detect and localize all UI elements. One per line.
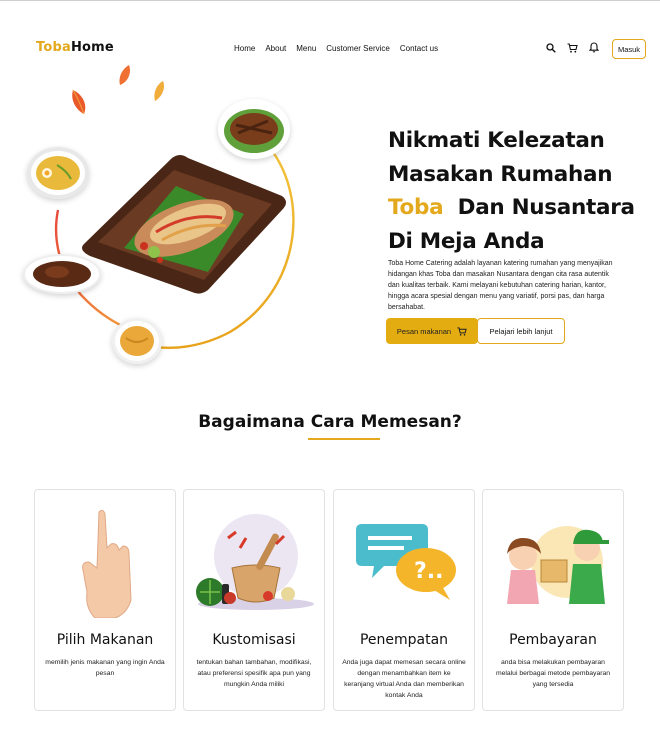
hero-title: Nikmati Kelezatan Masakan Rumahan Toba D… (388, 124, 635, 258)
step-description: Anda juga dapat memesan secara online de… (342, 659, 466, 699)
title-underline (308, 438, 380, 440)
header-icons (546, 42, 599, 53)
login-button[interactable]: Masuk (612, 39, 646, 59)
step-title: Pembayaran (509, 632, 597, 648)
step-title: Kustomisasi (212, 632, 296, 648)
order-food-button[interactable]: Pesan makanan (386, 318, 478, 344)
hero-title-line2: Masakan Rumahan (388, 161, 613, 187)
step-card-customize[interactable]: Kustomisasi tentukan bahan tambahan, mod… (183, 489, 325, 711)
food-thumb-soup (112, 318, 162, 364)
nav-contact[interactable]: Contact us (400, 44, 438, 53)
hero-title-highlight: Toba (388, 195, 444, 220)
hero-title-line3: Toba Dan Nusantara (388, 191, 635, 225)
cooking-ingredients-illustration (196, 514, 314, 610)
cart-icon (457, 326, 467, 336)
hero-title-line1: Nikmati Kelezatan (388, 128, 605, 153)
leaf-decoration-3 (154, 81, 165, 101)
top-border (0, 0, 660, 1)
delivery-handover-illustration (507, 526, 609, 604)
brand-part2: Home (70, 40, 114, 55)
leaf-decoration-1 (72, 89, 86, 115)
bell-icon[interactable] (589, 42, 599, 53)
how-to-order-title: Bagaimana Cara Memesan? (198, 412, 462, 432)
nav-menu[interactable]: Menu (296, 44, 316, 53)
search-icon[interactable] (546, 42, 556, 53)
main-dish-image (82, 155, 286, 294)
main-nav: Home About Menu Customer Service Contact… (234, 44, 438, 53)
food-thumb-curry (27, 147, 89, 199)
step-card-payment[interactable]: Pembayaran anda bisa melakukan pembayara… (482, 489, 624, 711)
food-thumb-rendang (23, 254, 101, 294)
step-description: anda bisa melakukan pembayaran melalui b… (495, 659, 611, 688)
step-card-choose-food[interactable]: Pilih Makanan memilih jenis makanan yang… (34, 489, 176, 711)
nav-customer-service[interactable]: Customer Service (326, 44, 390, 53)
nav-home[interactable]: Home (234, 44, 255, 53)
leaf-decoration-2 (119, 65, 130, 85)
hero-description: Toba Home Catering adalah layanan kateri… (388, 260, 613, 311)
cart-icon[interactable] (567, 42, 578, 53)
step-title: Penempatan (359, 632, 449, 648)
brand-part1: Toba (36, 40, 71, 55)
chat-bubbles-illustration: ?.. (356, 524, 456, 600)
hero-title-line3-rest: Dan Nusantara (457, 195, 635, 220)
learn-more-button[interactable]: Pelajari lebih lanjut (477, 318, 565, 344)
brand-logo[interactable]: TobaHome (36, 40, 114, 55)
pointing-hand-illustration (82, 509, 132, 618)
food-thumb-grilled (218, 99, 290, 159)
svg-text:?..: ?.. (414, 559, 443, 584)
step-title: Pilih Makanan (56, 632, 154, 648)
nav-about[interactable]: About (265, 44, 286, 53)
step-description: tentukan bahan tambahan, modifikasi, ata… (196, 659, 312, 688)
step-description: memilih jenis makanan yang ingin Anda pe… (45, 659, 165, 677)
step-card-placement[interactable]: ?.. Penempatan Anda juga dapat memesan s… (333, 489, 475, 711)
order-food-label: Pesan makanan (396, 326, 452, 336)
hero-title-line4: Di Meja Anda (388, 228, 545, 254)
